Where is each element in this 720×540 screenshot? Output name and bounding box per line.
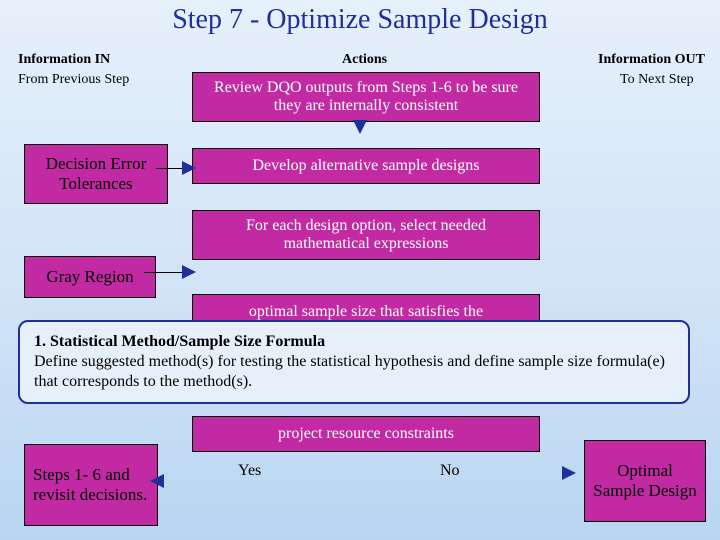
label-from-prev: From Previous Step	[18, 72, 129, 88]
input-gray-region: Gray Region	[24, 256, 156, 298]
input-decision-error-tolerances: Decision Error Tolerances	[24, 144, 168, 204]
page-title: Step 7 - Optimize Sample Design	[0, 4, 720, 36]
label-no: No	[440, 462, 460, 480]
arrow-icon	[182, 161, 196, 175]
label-to-next: To Next Step	[620, 72, 694, 88]
action-resource-constraints: project resource constraints	[192, 416, 540, 452]
output-optimal-sample-design: Optimal Sample Design	[584, 440, 706, 522]
action-review-dqo: Review DQO outputs from Steps 1-6 to be …	[192, 72, 540, 122]
label-info-in: Information IN	[18, 52, 110, 68]
label-actions: Actions	[342, 52, 387, 68]
arrow-icon	[150, 474, 164, 488]
action-select-expressions: For each design option, select needed ma…	[192, 210, 540, 260]
callout-body: Define suggested method(s) for testing t…	[34, 353, 665, 390]
callout-stat-method: 1. Statistical Method/Sample Size Formul…	[18, 320, 690, 404]
callout-lead: 1. Statistical Method/Sample Size Formul…	[34, 333, 325, 350]
label-info-out: Information OUT	[598, 52, 705, 68]
action-develop-designs: Develop alternative sample designs	[192, 148, 540, 184]
input-loopback-steps: Steps 1- 6 and revisit decisions.	[24, 444, 158, 526]
arrow-icon	[562, 466, 576, 480]
arrow-icon	[182, 265, 196, 279]
label-yes: Yes	[238, 462, 261, 480]
arrow-icon	[353, 120, 367, 134]
